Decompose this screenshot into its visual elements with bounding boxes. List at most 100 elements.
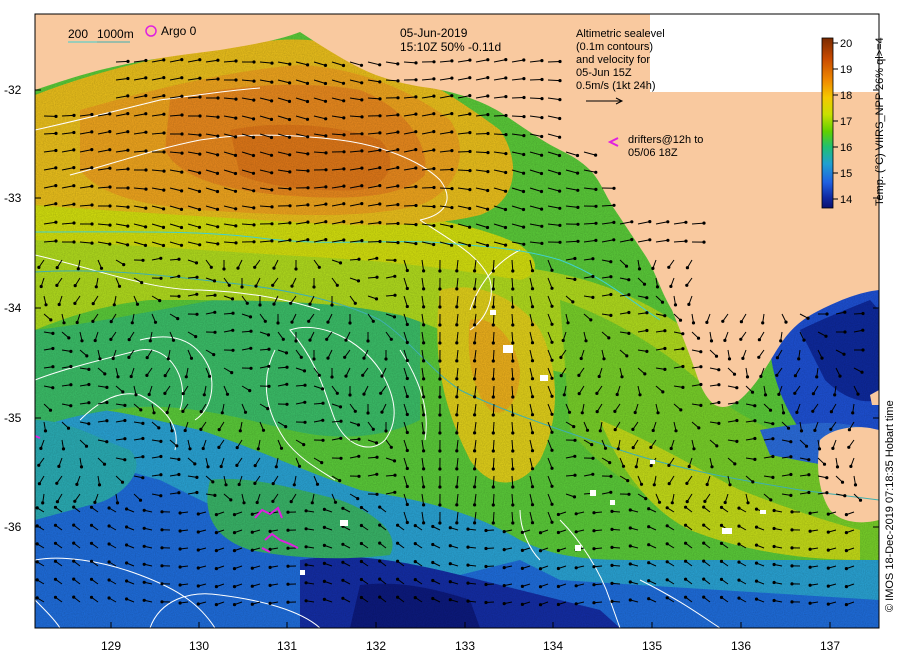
velocity-arrow-head <box>267 384 271 388</box>
velocity-arrow-head <box>357 437 361 441</box>
velocity-arrow-head <box>753 404 757 408</box>
velocity-arrow-head <box>566 321 570 325</box>
velocity-arrow-head <box>215 207 220 211</box>
velocity-arrow-head <box>530 431 535 435</box>
velocity-arrow-head <box>455 305 459 309</box>
velocity-arrow-head <box>87 367 91 371</box>
velocity-arrow-head <box>215 189 220 194</box>
velocity-arrow-head <box>432 205 436 209</box>
velocity-arrow-head <box>574 512 578 516</box>
velocity-arrow-head <box>807 490 811 495</box>
velocity-arrow <box>439 169 453 171</box>
velocity-arrow-head <box>109 320 113 324</box>
velocity-arrow-head <box>455 287 459 291</box>
velocity-arrow-head <box>775 373 779 377</box>
velocity-arrow-head <box>772 544 776 549</box>
velocity-arrow-head <box>53 595 58 599</box>
velocity-arrow-head <box>484 564 488 569</box>
velocity-arrow-head <box>808 511 812 515</box>
velocity-arrow-head <box>160 582 164 586</box>
velocity-arrow-head <box>290 320 294 324</box>
velocity-arrow-head <box>491 359 495 363</box>
velocity-arrow-head <box>486 207 490 211</box>
velocity-arrow <box>492 403 495 416</box>
velocity-arrow-head <box>41 501 45 505</box>
velocity-arrow-head <box>413 542 417 546</box>
velocity-arrow-head <box>405 286 409 291</box>
velocity-arrow-head <box>160 528 164 532</box>
velocity-arrow-head <box>270 171 274 175</box>
velocity-arrow-head <box>522 77 526 81</box>
velocity-arrow-head <box>609 474 613 478</box>
velocity-arrow-head <box>844 567 849 571</box>
velocity-arrow-head <box>473 287 477 291</box>
velocity-arrow <box>475 151 489 154</box>
velocity-arrow-head <box>306 220 310 224</box>
velocity-arrow-head <box>254 284 258 288</box>
velocity-arrow-head <box>396 523 400 527</box>
velocity-arrow-head <box>491 377 495 381</box>
velocity-arrow-head <box>592 529 596 533</box>
velocity-arrow-head <box>163 374 167 378</box>
velocity-arrow-head <box>468 131 472 135</box>
velocity-arrow-head <box>324 220 328 224</box>
velocity-arrow-head <box>396 577 400 581</box>
velocity-arrow-head <box>120 480 125 484</box>
velocity-arrow-head <box>413 560 417 564</box>
velocity-arrow-head <box>214 603 218 607</box>
velocity-arrow-head <box>612 203 616 207</box>
velocity-arrow-head <box>795 410 799 414</box>
velocity-arrow-head <box>144 206 148 210</box>
velocity-arrow-head <box>378 166 382 170</box>
velocity-arrow-head <box>108 112 112 116</box>
velocity-arrow-head <box>322 597 326 602</box>
velocity-arrow-head <box>550 286 554 290</box>
bathy-1000-label: 1000m <box>97 27 134 41</box>
velocity-arrow-head <box>305 81 310 85</box>
velocity-arrow-head <box>107 578 111 582</box>
velocity-arrow <box>61 114 75 117</box>
velocity-arrow-head <box>638 393 642 397</box>
velocity-arrow-head <box>324 117 328 121</box>
velocity-arrow-head <box>105 419 109 423</box>
velocity-arrow-head <box>825 491 829 495</box>
velocity-arrow-head <box>735 418 739 423</box>
velocity-arrow-head <box>378 202 382 206</box>
velocity-arrow-head <box>438 413 442 417</box>
velocity-arrow-head <box>789 440 793 444</box>
velocity-arrow-head <box>232 603 237 607</box>
velocity-arrow-head <box>422 323 426 327</box>
velocity-arrow-head <box>663 329 667 333</box>
velocity-arrow-head <box>595 410 599 414</box>
velocity-arrow-head <box>93 338 97 343</box>
velocity-arrow-head <box>306 169 310 173</box>
velocity-arrow <box>115 60 129 63</box>
velocity-arrow-head <box>252 79 256 83</box>
velocity-arrow-head <box>757 338 762 342</box>
velocity-arrow-head <box>102 462 107 466</box>
velocity-arrow-head <box>135 302 140 306</box>
velocity-arrow-head <box>685 500 689 504</box>
velocity-arrow-head <box>681 364 685 369</box>
velocity-arrow-head <box>847 445 851 449</box>
velocity-arrow-head <box>276 321 280 325</box>
velocity-arrow-head <box>594 238 598 242</box>
velocity-arrow-head <box>484 546 488 551</box>
velocity-arrow-head <box>198 133 202 137</box>
velocity-arrow-head <box>642 282 647 286</box>
altimetry-line-2: (0.1m contours) <box>576 41 653 53</box>
velocity-arrow-head <box>266 333 271 337</box>
velocity-arrow-head <box>550 448 554 452</box>
velocity-arrow-head <box>468 58 472 62</box>
velocity-arrow-head <box>789 455 793 459</box>
velocity-arrow-head <box>530 395 535 399</box>
velocity-arrow-head <box>522 115 526 119</box>
velocity-arrow-head <box>699 382 703 387</box>
velocity-arrow-head <box>530 485 535 489</box>
velocity-arrow-head <box>717 400 721 405</box>
velocity-arrow-head <box>486 113 490 117</box>
velocity-arrow-head <box>147 392 151 397</box>
altimetry-line-3: and velocity for <box>576 54 650 66</box>
velocity-arrow-head <box>378 221 382 225</box>
velocity-arrow-head <box>414 61 418 65</box>
